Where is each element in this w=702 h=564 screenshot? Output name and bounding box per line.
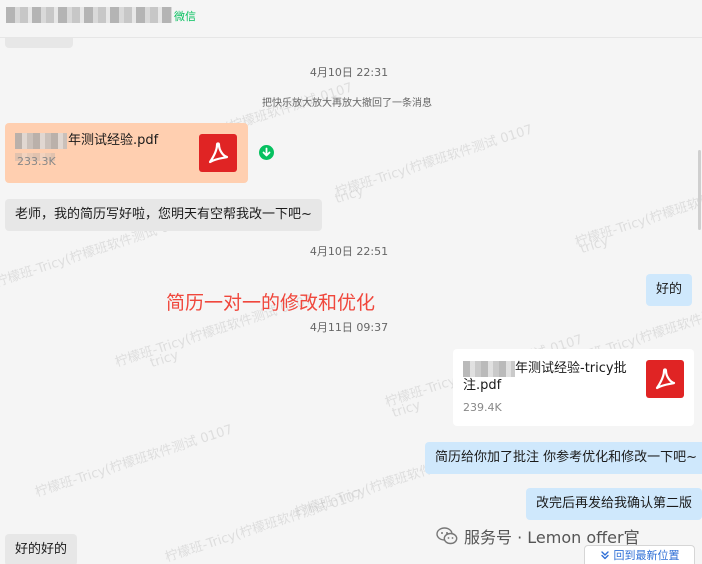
jump-to-latest-button[interactable]: 回到最新位置 [584, 545, 695, 564]
watermark: 柠檬班-Tricy(柠檬班软件测试 0107 [33, 422, 235, 501]
pdf-file-icon [646, 360, 684, 398]
contact-name-blurred [6, 7, 172, 23]
contact-name-suffix: 微信 [174, 10, 196, 23]
watermark-short: tricy [148, 347, 181, 372]
timestamp: 4月11日 09:37 [309, 321, 389, 334]
sent-file-card[interactable]: 年测试经验-tricy批 注.pdf 239.4K [453, 349, 694, 426]
file-size: 239.4K [463, 401, 502, 414]
scrollbar[interactable] [698, 150, 701, 230]
promo-overlay-text: 简历一对一的修改和优化 [166, 292, 376, 314]
timestamp: 4月10日 22:31 [309, 66, 389, 79]
jump-to-latest-label: 回到最新位置 [613, 549, 680, 562]
watermark-short: tricy [390, 397, 423, 422]
file-name-blurred [463, 361, 515, 377]
message-bubble[interactable]: 简历给你加了批注 你参考优化和修改一下吧~ [425, 442, 702, 474]
chat-header: 微信 [0, 0, 702, 38]
watermark-short: tricy [578, 233, 611, 258]
wechat-official-icon [436, 527, 458, 545]
received-file-card[interactable]: 年测试经验.pdf 233.3K [5, 123, 248, 183]
previous-message-stub [5, 38, 73, 48]
pdf-file-icon [199, 134, 237, 172]
timestamp: 4月10日 22:51 [309, 245, 389, 258]
watermark: 柠檬班-Tricy(柠檬班软件测试 0107 [333, 122, 535, 201]
recall-notice: 把快乐放大放大再放大撤回了一条消息 [262, 98, 432, 109]
message-bubble[interactable]: 改完后再发给我确认第二版 [526, 488, 702, 520]
file-name-line2: 注.pdf [463, 378, 502, 393]
watermark-short: tricy [333, 183, 366, 208]
message-bubble[interactable]: 好的好的 [5, 534, 78, 564]
watermark: 柠檬班-Tricy(柠檬班软件测试 0107 [163, 487, 365, 564]
chevron-double-down-icon [600, 551, 609, 560]
watermark: 柠檬班-Tricy(柠檬班软件测试 0107 [573, 172, 702, 251]
message-bubble[interactable]: 老师，我的简历写好啦，您明天有空帮我改一下吧~ [5, 199, 322, 231]
file-size: 233.3K [17, 155, 56, 168]
message-bubble[interactable]: 好的 [646, 274, 693, 306]
file-name-line1: 年测试经验-tricy批 [515, 361, 627, 376]
file-name: 年测试经验.pdf [68, 133, 159, 148]
file-name-blurred [15, 133, 67, 149]
download-icon[interactable] [259, 145, 274, 160]
